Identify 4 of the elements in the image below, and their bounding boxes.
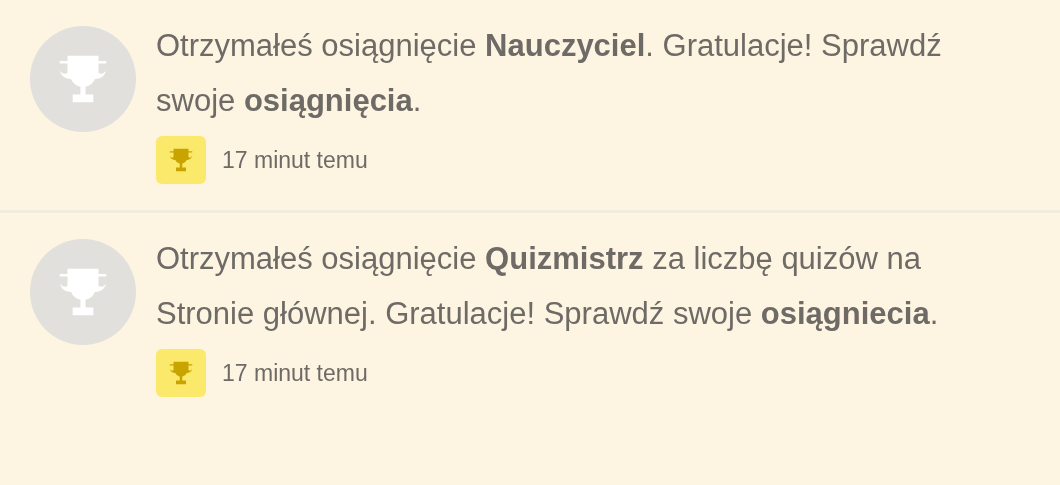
- timestamp: 17 minut temu: [222, 145, 368, 175]
- notification-text: Otrzymałeś osiągnięcie Nauczyciel. Gratulacje! Sprawdź swoje osiągnięcia.: [156, 27, 943, 120]
- notification-text: Otrzymałeś osiągnięcie Quizmistrz za liczbę quizów na Stronie głównej. Gratulacje! Sprawdź swoje osiągniecia.: [156, 240, 940, 333]
- timestamp: 17 minut temu: [222, 358, 368, 388]
